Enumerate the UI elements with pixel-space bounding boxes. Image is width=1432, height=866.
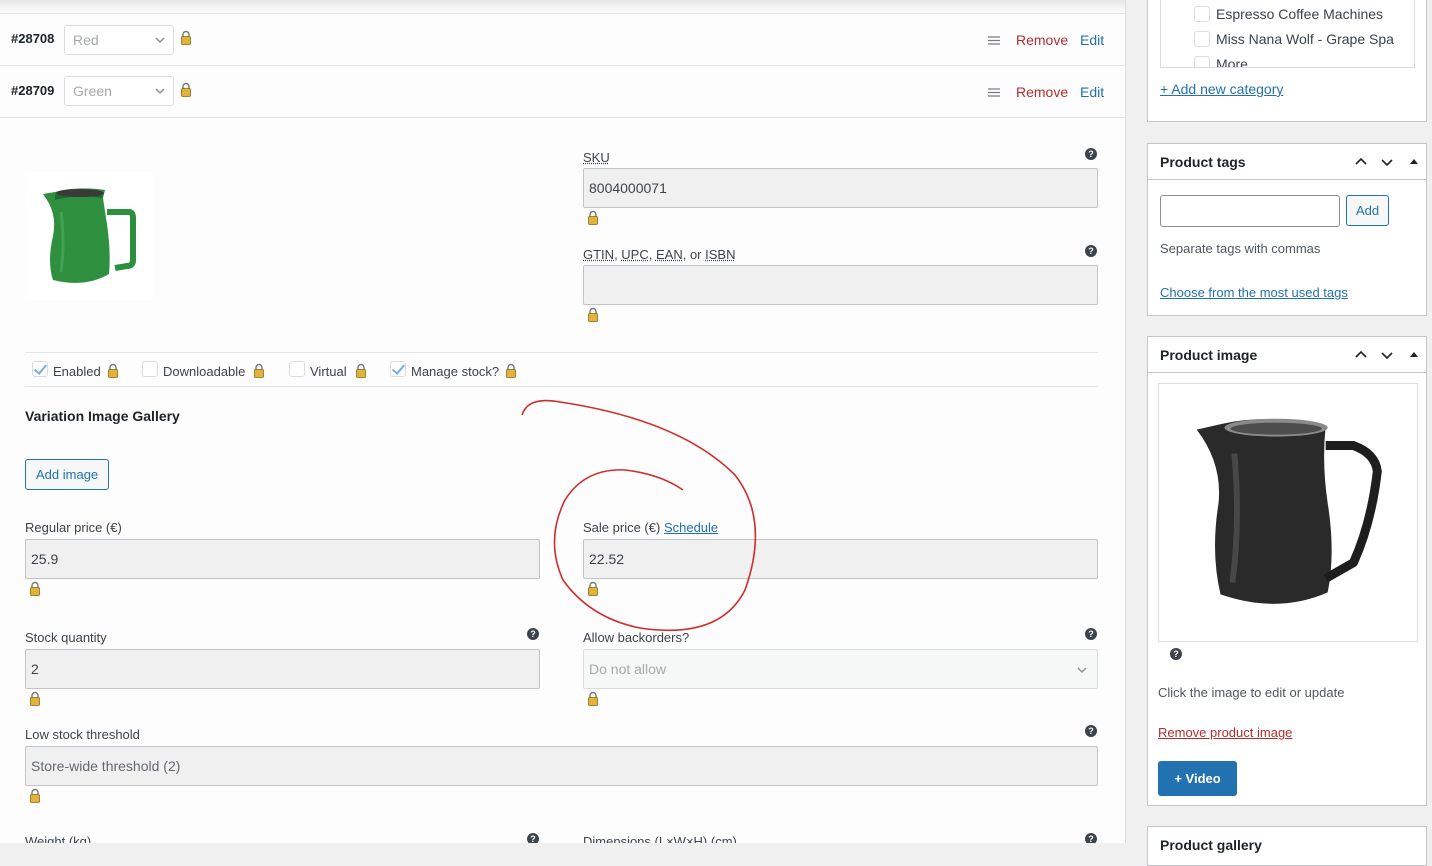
collapse-toggle-icon[interactable] — [1408, 349, 1420, 361]
panel-title: Product gallery — [1160, 837, 1262, 853]
add-tag-button[interactable]: Add — [1346, 195, 1390, 226]
choose-tags-link[interactable]: Choose from the most used tags — [1160, 285, 1348, 300]
category-checkbox[interactable] — [1194, 31, 1210, 47]
tags-hint: Separate tags with commas — [1160, 241, 1321, 256]
remove-product-image-link[interactable]: Remove product image — [1158, 725, 1292, 740]
add-video-button[interactable]: + Video — [1158, 761, 1237, 796]
category-label: Miss Nana Wolf - Grape Spa — [1216, 31, 1394, 47]
category-label: Espresso Coffee Machines — [1216, 6, 1384, 22]
help-icon[interactable]: ? — [1170, 648, 1182, 660]
category-list: Espresso Coffee Machines Miss Nana Wolf … — [1160, 0, 1415, 68]
category-label: More — [1216, 56, 1248, 68]
annotation-circle — [521, 399, 757, 632]
image-hint: Click the image to edit or update — [1158, 685, 1345, 700]
chevron-down-icon[interactable] — [1381, 156, 1393, 168]
milk-jug-black-image — [1196, 418, 1382, 604]
add-new-category-link[interactable]: + Add new category — [1160, 81, 1283, 97]
panel-header: Product tags — [1148, 144, 1426, 180]
panel-header: Product image — [1148, 337, 1426, 373]
product-image[interactable] — [1158, 383, 1418, 642]
product-image-panel: Product image ? Click the image to edit … — [1147, 336, 1427, 806]
chevron-down-icon[interactable] — [1381, 349, 1393, 361]
product-gallery-panel: Product gallery — [1147, 826, 1427, 866]
chevron-up-icon[interactable] — [1355, 349, 1367, 361]
variations-panel: #28708 Red Remove Edit #28709 Green Remo… — [0, 0, 1126, 843]
panel-title: Product image — [1160, 347, 1258, 363]
panel-title: Product tags — [1160, 154, 1246, 170]
product-tags-panel: Product tags Add Separate tags with comm… — [1147, 143, 1427, 316]
chevron-up-icon[interactable] — [1355, 156, 1367, 168]
tag-input[interactable] — [1160, 195, 1340, 227]
collapse-toggle-icon[interactable] — [1408, 156, 1420, 168]
category-checkbox[interactable] — [1194, 56, 1210, 67]
product-categories-panel: Espresso Coffee Machines Miss Nana Wolf … — [1147, 0, 1427, 122]
category-checkbox[interactable] — [1194, 6, 1210, 22]
